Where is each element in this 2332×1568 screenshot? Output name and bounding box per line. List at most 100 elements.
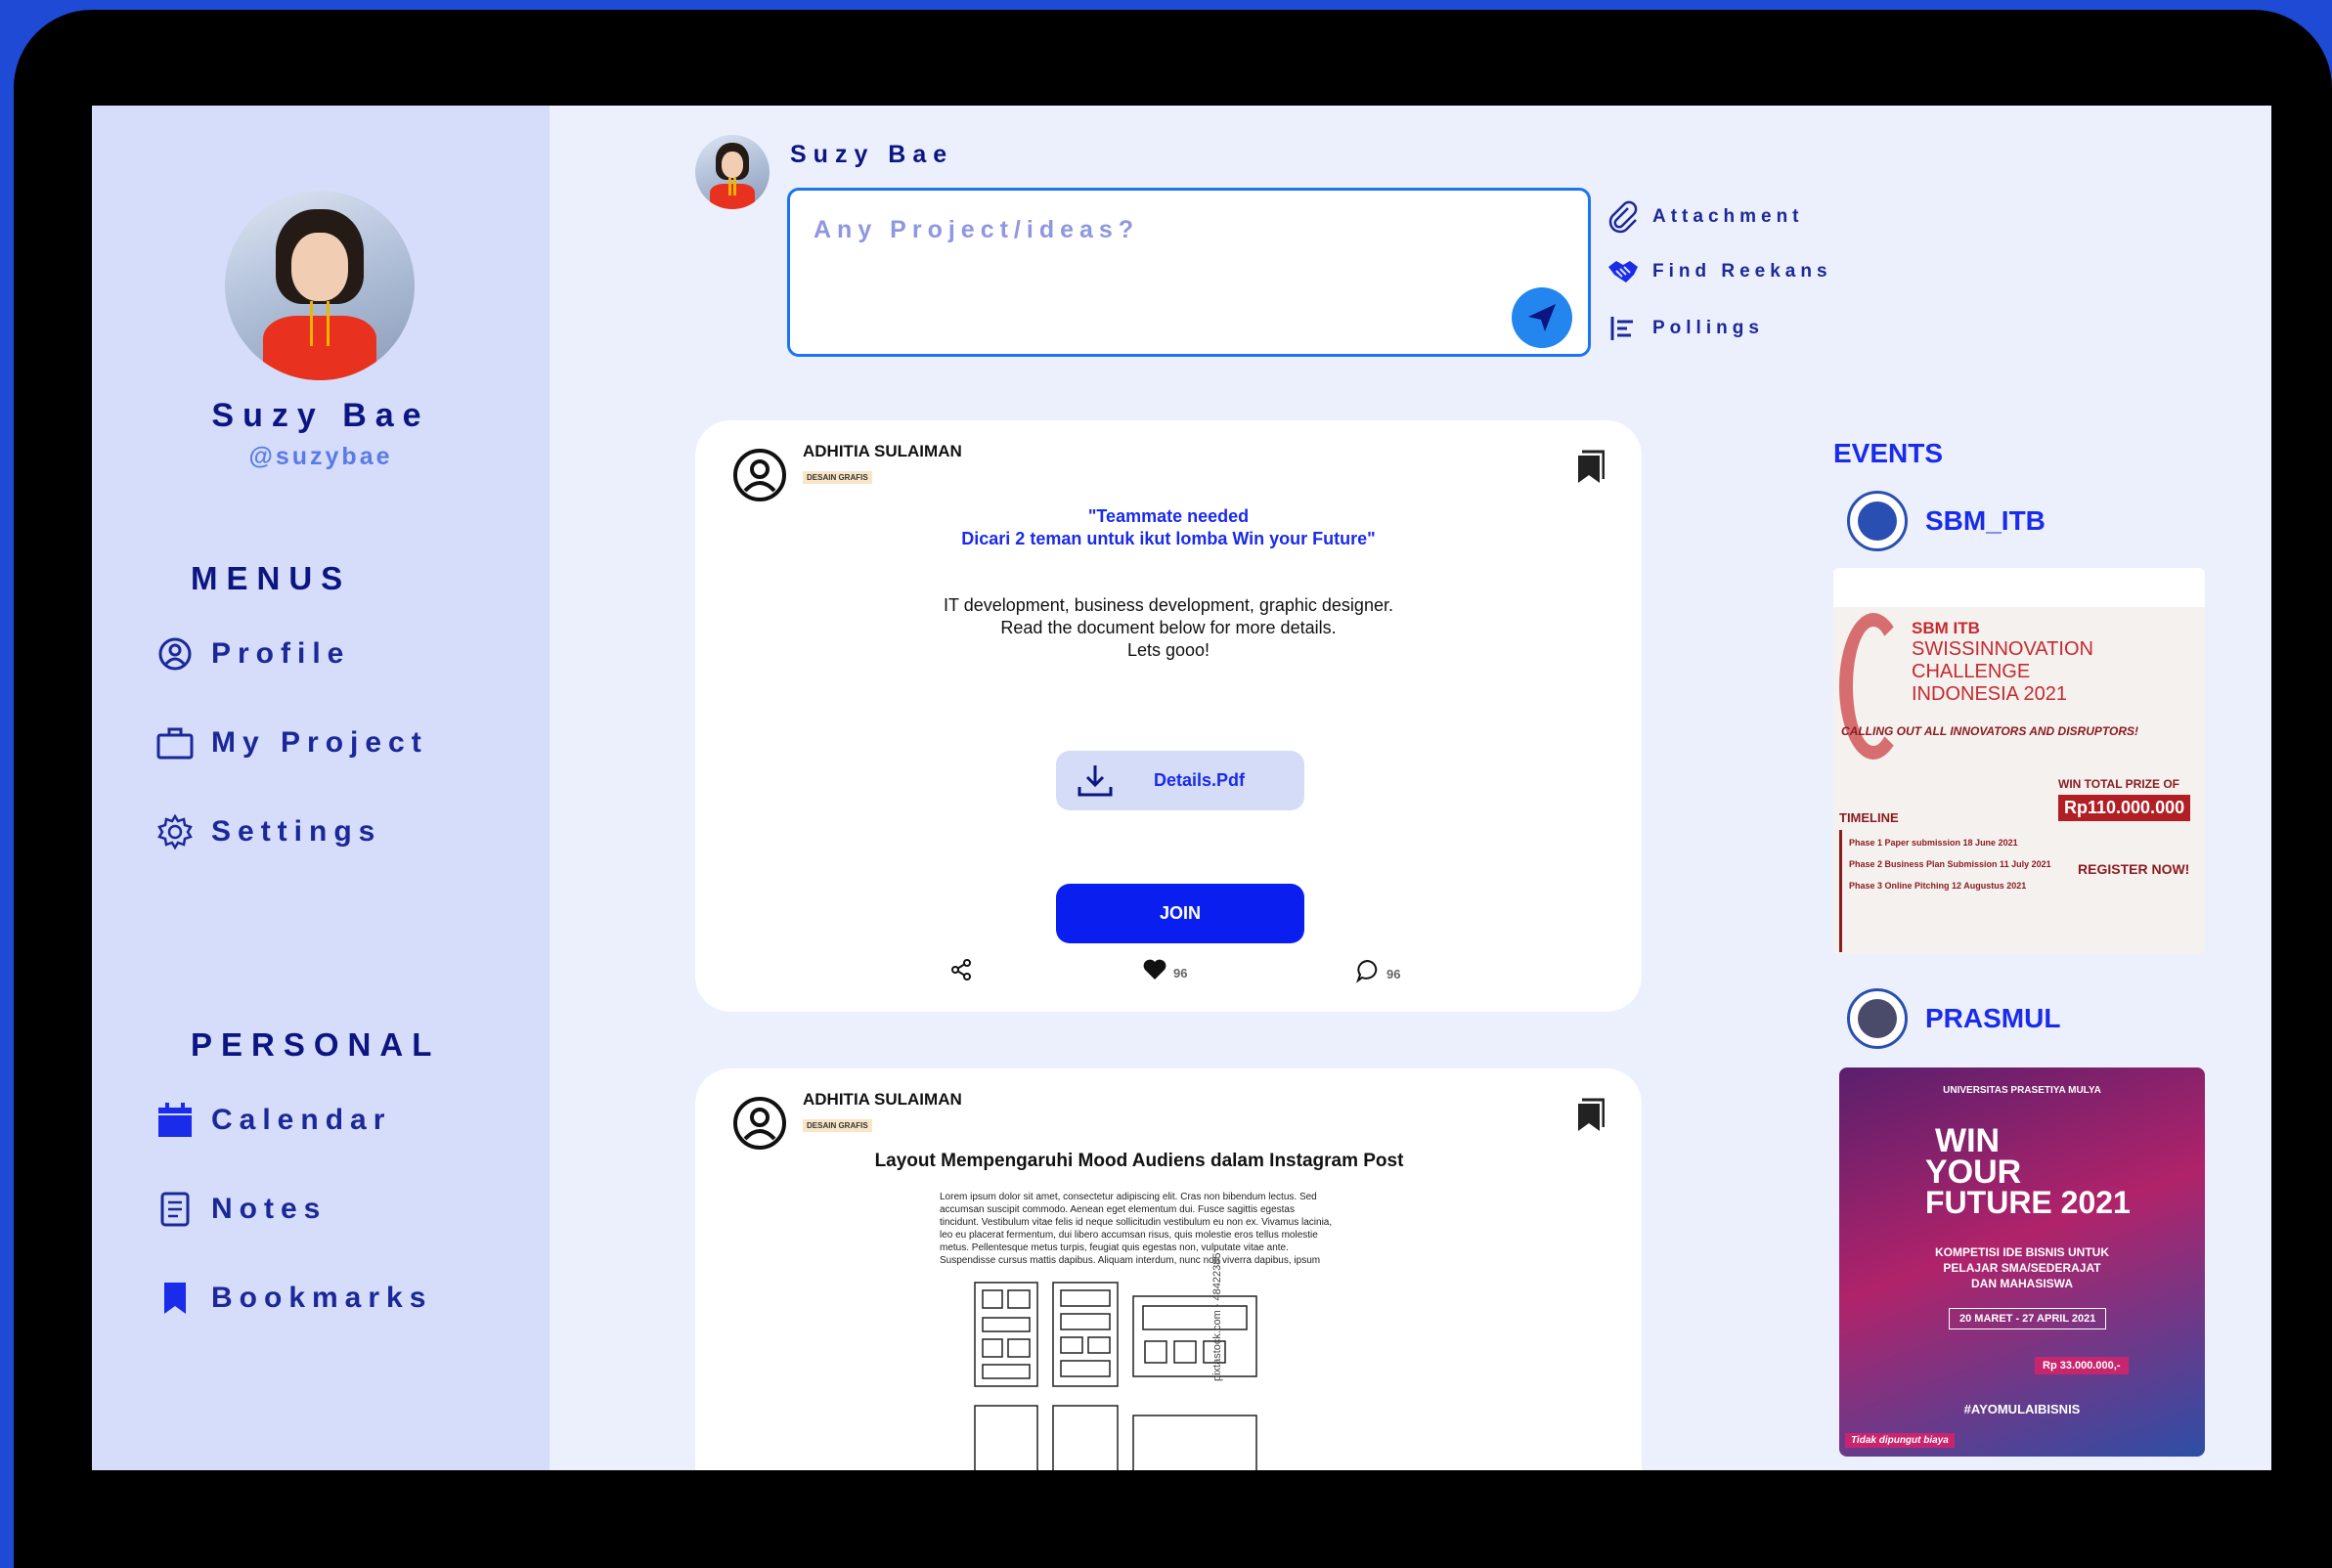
sidebar-item-label: My Project bbox=[211, 726, 428, 759]
lorem-line: tincidunt. Vestibulum vitae felis id neq… bbox=[940, 1217, 1333, 1228]
poster-phase: Phase 3 Online Pitching 12 Augustus 2021 bbox=[1849, 881, 2027, 891]
poster-phase: Phase 2 Business Plan Submission 11 July… bbox=[1849, 859, 2051, 869]
post-author[interactable]: ADHITIA SULAIMAN bbox=[803, 442, 962, 461]
poster-timeline: TIMELINE bbox=[1839, 810, 1899, 825]
sidebar-item-label: Bookmarks bbox=[211, 1282, 433, 1314]
poster-hashtag: #AYOMULAIBISNIS bbox=[1963, 1402, 2081, 1416]
personal-heading: PERSONAL bbox=[191, 1026, 441, 1063]
post-composer-input[interactable]: Any Project/ideas? bbox=[787, 188, 1591, 357]
poster-subtitle: PELAJAR SMA/SEDERAJAT bbox=[1943, 1261, 2101, 1275]
post-category-tag: DESAIN GRAFIS bbox=[803, 1119, 872, 1132]
send-icon bbox=[1528, 304, 1556, 331]
notes-icon bbox=[154, 1189, 196, 1230]
briefcase-icon bbox=[154, 722, 196, 763]
attachment-label: Attachment bbox=[1652, 206, 1804, 227]
sidebar-item-label: Profile bbox=[211, 637, 351, 670]
poster-top: UNIVERSITAS PRASETIYA MULYA bbox=[1943, 1085, 2101, 1096]
org-sbm-itb[interactable]: SBM_ITB bbox=[1847, 491, 2046, 551]
download-icon bbox=[1078, 764, 1113, 796]
lorem-line: accumsan suscipit commodo. Aenean eget e… bbox=[940, 1204, 1295, 1215]
org-prasmul[interactable]: PRASMUL bbox=[1847, 988, 2060, 1049]
poster-period: 20 MARET - 27 APRIL 2021 bbox=[1949, 1308, 2107, 1329]
sbm-itb-logo-icon bbox=[1847, 491, 1908, 551]
poster-prize: Rp110.000.000 bbox=[2058, 795, 2191, 821]
poster-register: REGISTER NOW! bbox=[2078, 861, 2190, 877]
heart-icon bbox=[1143, 959, 1166, 980]
device-frame: Suzy Bae @suzybae MENUS Profile My Proje… bbox=[14, 10, 2332, 1568]
paperclip-icon bbox=[1604, 197, 1643, 237]
post-headline-line-1: "Teammate needed bbox=[1087, 506, 1250, 526]
post-category-tag: DESAIN GRAFIS bbox=[803, 471, 872, 484]
lorem-line: leo eu placerat fermentum, dui libero ac… bbox=[940, 1230, 1318, 1241]
event-poster-prasmul[interactable]: UNIVERSITAS PRASETIYA MULYA WIN YOUR FUT… bbox=[1839, 1067, 2205, 1457]
post-headline-line-2: Dicari 2 teman untuk ikut lomba Win your… bbox=[961, 529, 1376, 548]
sidebar-item-my-project[interactable]: My Project bbox=[154, 721, 428, 764]
download-pdf-button[interactable]: Details.Pdf bbox=[1056, 751, 1304, 810]
events-heading: EVENTS bbox=[1833, 438, 1944, 468]
bookmark-icon[interactable] bbox=[1575, 1098, 1605, 1133]
composer-user-name: Suzy Bae bbox=[790, 141, 954, 168]
share-icon bbox=[951, 959, 971, 980]
sidebar-item-calendar[interactable]: Calendar bbox=[154, 1099, 391, 1142]
composer-placeholder: Any Project/ideas? bbox=[814, 216, 1140, 243]
poster-subtitle: KOMPETISI IDE BISNIS UNTUK bbox=[1934, 1245, 2109, 1259]
post-author[interactable]: ADHITIA SULAIMAN bbox=[803, 1090, 962, 1110]
poster-future: FUTURE 2021 bbox=[1925, 1185, 2131, 1220]
sidebar-item-label: Settings bbox=[211, 815, 382, 848]
sidebar-item-label: Calendar bbox=[211, 1104, 392, 1136]
poster-prize-label: WIN TOTAL PRIZE OF bbox=[2058, 777, 2179, 791]
bookmark-icon bbox=[154, 1278, 196, 1319]
post-lorem: Lorem ipsum dolor sit amet, consectetur … bbox=[940, 1191, 1370, 1267]
post-title: Layout Mempengaruhi Mood Audiens dalam I… bbox=[874, 1151, 1404, 1171]
event-poster-sbm-itb[interactable]: SBM ITB SWISSINNOVATION CHALLENGE INDONE… bbox=[1833, 568, 2205, 954]
composer-avatar bbox=[695, 135, 770, 209]
pollings-label: Pollings bbox=[1652, 318, 1764, 338]
sidebar-item-settings[interactable]: Settings bbox=[154, 810, 381, 853]
poster-prize: Rp 33.000.000,- bbox=[2035, 1357, 2129, 1374]
share-button[interactable] bbox=[949, 958, 973, 981]
pollings-button[interactable]: Pollings bbox=[1604, 309, 1764, 348]
poster-title: SBM ITB bbox=[1912, 619, 1980, 637]
send-button[interactable] bbox=[1512, 287, 1572, 348]
post-card: ADHITIA SULAIMAN DESAIN GRAFIS "Teammate… bbox=[695, 420, 1642, 1012]
poster-title: INDONESIA 2021 bbox=[1912, 683, 2067, 705]
user-avatar-icon[interactable] bbox=[730, 1094, 789, 1153]
lorem-line: metus. Pellentesque metus turpis, feugia… bbox=[940, 1242, 1289, 1253]
lorem-line: Lorem ipsum dolor sit amet, consectetur … bbox=[940, 1192, 1317, 1202]
like-count: 96 bbox=[1173, 965, 1188, 980]
find-reekans-button[interactable]: Find Reekans bbox=[1604, 252, 1832, 291]
poster-free: Tidak dipungut biaya bbox=[1845, 1433, 1955, 1448]
profile-handle: @suzybae bbox=[248, 443, 393, 470]
sidebar-item-profile[interactable]: Profile bbox=[154, 632, 350, 675]
comment-button[interactable]: 96 bbox=[1355, 958, 1400, 983]
org-name: PRASMUL bbox=[1925, 1003, 2061, 1033]
menus-heading: MENUS bbox=[191, 560, 352, 596]
calendar-icon bbox=[154, 1100, 196, 1141]
lorem-line: Suspendisse cursus mattis dapibus. Aliqu… bbox=[940, 1255, 1321, 1266]
poster-title: SWISSINNOVATION bbox=[1912, 638, 2093, 660]
handshake-icon bbox=[1604, 252, 1643, 291]
poll-icon bbox=[1604, 309, 1643, 348]
post-body-line-1: IT development, business development, gr… bbox=[944, 595, 1393, 615]
poster-title: CHALLENGE bbox=[1912, 661, 2031, 682]
gear-icon bbox=[154, 811, 196, 852]
profile-avatar[interactable] bbox=[225, 191, 415, 380]
sidebar-item-bookmarks[interactable]: Bookmarks bbox=[154, 1277, 432, 1320]
join-button[interactable]: JOIN bbox=[1056, 884, 1304, 943]
sidebar-item-notes[interactable]: Notes bbox=[154, 1188, 327, 1231]
bookmark-icon[interactable] bbox=[1575, 450, 1605, 485]
image-watermark: pixtastock.com - 48422385 bbox=[1211, 1252, 1223, 1381]
attachment-button[interactable]: Attachment bbox=[1604, 197, 1804, 237]
post-card: ADHITIA SULAIMAN DESAIN GRAFIS Layout Me… bbox=[695, 1068, 1642, 1470]
user-avatar-icon[interactable] bbox=[730, 446, 789, 504]
poster-callout: CALLING OUT ALL INNOVATORS AND DISRUPTOR… bbox=[1841, 724, 2139, 738]
prasmul-logo-icon bbox=[1847, 988, 1908, 1049]
user-circle-icon bbox=[154, 633, 196, 675]
comment-count: 96 bbox=[1386, 966, 1401, 981]
org-name: SBM_ITB bbox=[1925, 505, 2046, 536]
poster-phase: Phase 1 Paper submission 18 June 2021 bbox=[1849, 838, 2018, 848]
like-button[interactable]: 96 bbox=[1142, 958, 1187, 981]
profile-name: Suzy Bae bbox=[211, 397, 430, 434]
find-reekans-label: Find Reekans bbox=[1652, 261, 1832, 282]
sidebar-item-label: Notes bbox=[211, 1193, 328, 1225]
